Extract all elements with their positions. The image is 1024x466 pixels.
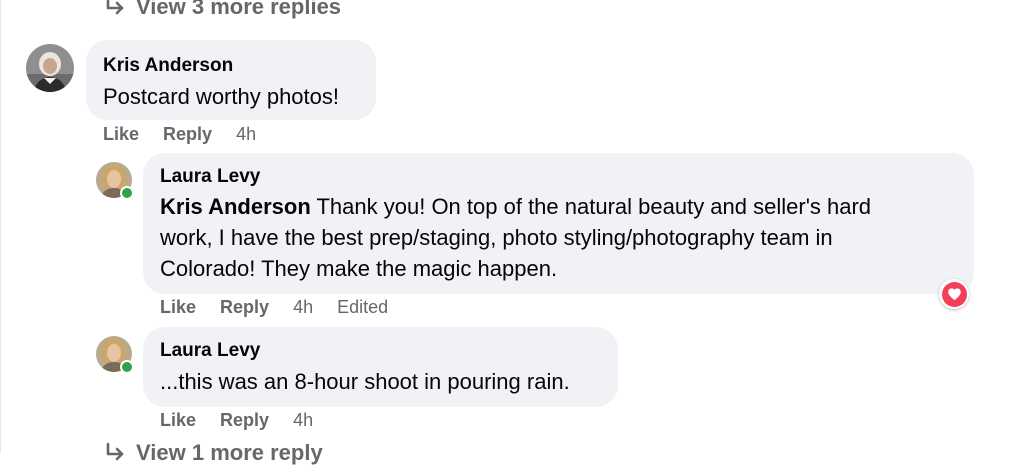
- view-more-replies-link[interactable]: View 1 more reply: [104, 440, 323, 466]
- view-more-replies-label[interactable]: View 3 more replies: [136, 0, 341, 20]
- online-status-icon: [120, 360, 134, 374]
- reply-button[interactable]: Reply: [220, 297, 269, 318]
- kris-anderson-avatar-image: [26, 44, 74, 92]
- comment-timestamp[interactable]: 4h: [293, 297, 313, 318]
- thread-rule: [0, 0, 1, 452]
- reply-button[interactable]: Reply: [220, 410, 269, 431]
- view-more-replies-label[interactable]: View 1 more reply: [136, 440, 323, 466]
- comment-bubble: Laura Levy Kris Anderson Thank you! On t…: [143, 153, 974, 294]
- reply-arrow-icon: [106, 0, 124, 15]
- view-more-replies-link[interactable]: View 3 more replies: [104, 0, 341, 20]
- comment-text: ...this was an 8-hour shoot in pouring r…: [160, 369, 570, 394]
- comment-author[interactable]: Laura Levy: [160, 339, 602, 363]
- comment-timestamp[interactable]: 4h: [293, 410, 313, 431]
- comment-author[interactable]: Kris Anderson: [103, 54, 360, 78]
- like-button[interactable]: Like: [160, 297, 196, 318]
- like-button[interactable]: Like: [103, 124, 139, 145]
- comment-actions: Like Reply 4h: [160, 410, 337, 431]
- edited-label[interactable]: Edited: [337, 297, 388, 318]
- comment-bubble: Laura Levy ...this was an 8-hour shoot i…: [143, 327, 618, 407]
- comment-bubble: Kris Anderson Postcard worthy photos!: [86, 40, 376, 120]
- comment-text: Kris Anderson Thank you! On top of the n…: [160, 194, 872, 281]
- comment-actions: Like Reply 4h Edited: [160, 297, 412, 318]
- avatar[interactable]: [26, 44, 74, 92]
- mention-link[interactable]: Kris Anderson: [160, 194, 311, 219]
- online-status-icon: [120, 186, 134, 200]
- reply-button[interactable]: Reply: [163, 124, 212, 145]
- comment-timestamp[interactable]: 4h: [236, 124, 256, 145]
- reaction-badge[interactable]: [939, 279, 969, 309]
- like-button[interactable]: Like: [160, 410, 196, 431]
- comment-actions: Like Reply 4h: [103, 124, 280, 145]
- reply-arrow-icon: [106, 442, 124, 461]
- comment-author[interactable]: Laura Levy: [160, 165, 958, 189]
- comment-text: Postcard worthy photos!: [103, 84, 340, 109]
- heart-icon: [947, 288, 961, 301]
